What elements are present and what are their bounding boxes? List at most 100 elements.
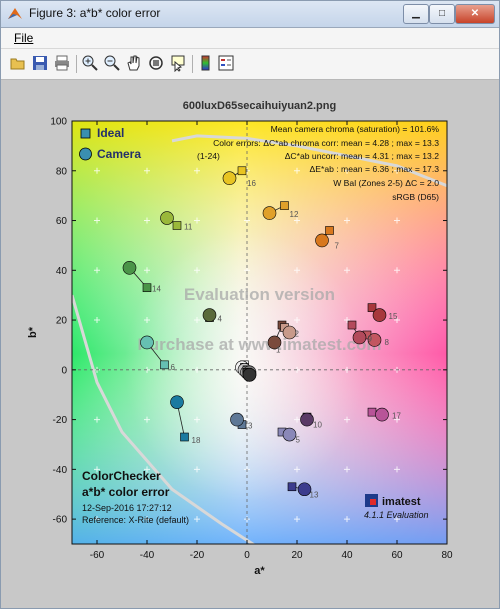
y-tick-label: -40	[53, 465, 68, 476]
legend-ideal-marker	[80, 128, 91, 139]
patch-label-12: 12	[290, 210, 299, 219]
y-tick-label: 40	[56, 266, 68, 277]
patch-label-15: 15	[389, 312, 398, 321]
patch-label-9: 9	[368, 334, 373, 343]
ideal-marker-18	[180, 432, 189, 442]
ideal-marker-13	[287, 482, 297, 492]
save-icon[interactable]	[31, 54, 49, 72]
ideal-marker-17	[367, 407, 377, 417]
x-tick-label: -40	[140, 550, 155, 561]
patch-label-10: 10	[313, 421, 322, 430]
ideal-marker-12	[280, 201, 289, 210]
patch-label-6: 6	[171, 363, 176, 372]
annotation-range: (1-24)	[197, 151, 220, 161]
watermark-evaluation: Evaluation version	[184, 285, 335, 304]
patch-label-18: 18	[192, 436, 201, 445]
rotate-icon[interactable]	[147, 54, 165, 72]
print-icon[interactable]	[53, 54, 71, 72]
ideal-marker-9	[347, 320, 357, 330]
camera-marker-18	[170, 395, 184, 409]
camera-marker-14	[122, 261, 137, 275]
camera-marker-15	[372, 308, 387, 322]
toolbar-separator	[76, 55, 77, 73]
y-tick-label: 80	[56, 166, 68, 177]
camera-marker-11	[160, 211, 174, 225]
y-tick-label: 0	[61, 365, 67, 376]
ideal-marker-6	[160, 360, 169, 370]
patch-label-3: 3	[248, 422, 253, 431]
patch-label-7: 7	[335, 241, 340, 250]
matlab-app-icon	[8, 8, 22, 19]
chart-canvas: 600luxD65secaihuiyuan2.png Evaluation ve…	[27, 100, 453, 577]
x-axis-label: a*	[254, 565, 265, 577]
x-tick-label: 80	[441, 550, 453, 561]
y-tick-label: 60	[56, 216, 68, 227]
imatest-logo-text: imatest	[382, 496, 421, 508]
camera-marker-12	[262, 206, 277, 220]
annotation-delta-e: ΔE*ab : mean = 6.36 ; max = 17.3	[310, 164, 440, 174]
y-tick-label: -20	[53, 415, 68, 426]
colorbar-icon[interactable]	[197, 54, 215, 72]
patch-label-17: 17	[392, 412, 401, 421]
patch-label-2: 2	[295, 330, 300, 339]
annotation-white-balance: W Bal (Zones 2-5) ΔC = 2.0	[333, 178, 439, 188]
camera-marker-5	[282, 427, 297, 442]
version-label: 4.1.1 Evaluation	[364, 510, 429, 520]
camera-marker-24	[242, 367, 257, 382]
toolbar	[1, 49, 499, 80]
chart-title: 600luxD65secaihuiyuan2.png	[183, 100, 336, 112]
ideal-marker-7	[325, 226, 334, 235]
camera-marker-7	[315, 233, 329, 248]
patch-label-5: 5	[296, 436, 301, 445]
patch-label-14: 14	[152, 285, 161, 294]
legend-ideal-label: Ideal	[97, 126, 124, 140]
timestamp: 12-Sep-2016 17:27:12	[82, 503, 172, 513]
camera-marker-6	[140, 335, 154, 350]
legend-camera-marker	[79, 147, 92, 161]
x-tick-label: 20	[291, 550, 303, 561]
maximize-button[interactable]: □	[429, 4, 455, 24]
camera-marker-4	[202, 308, 217, 322]
annotation-color-space: sRGB (D65)	[392, 192, 439, 202]
camera-marker-3	[230, 412, 244, 427]
patch-label-11: 11	[184, 223, 193, 232]
zoom-out-icon[interactable]	[103, 54, 121, 72]
close-button[interactable]: ✕	[455, 4, 495, 24]
colorchecker-label: ColorChecker	[82, 469, 161, 483]
annotation-chroma-uncorr: ΔC*ab uncorr: mean = 4.31 ; max = 13.2	[285, 151, 440, 161]
open-icon[interactable]	[9, 54, 27, 72]
zoom-in-icon[interactable]	[81, 54, 99, 72]
ideal-marker-11	[172, 221, 182, 230]
reference-label: Reference: X-Rite (default)	[82, 515, 189, 525]
y-axis-label: b*	[27, 326, 39, 338]
y-tick-label: 20	[56, 316, 68, 327]
x-tick-label: 40	[341, 550, 353, 561]
legend-icon[interactable]	[217, 54, 235, 72]
chart-subtitle: a*b* color error	[82, 485, 170, 499]
camera-marker-17	[375, 407, 389, 422]
camera-marker-9	[352, 330, 367, 345]
window-title: Figure 3: a*b* color error	[29, 6, 161, 20]
patch-label-8: 8	[385, 338, 390, 347]
y-tick-label: -60	[53, 515, 68, 526]
menu-file[interactable]: File	[14, 31, 33, 45]
data-cursor-icon[interactable]	[169, 54, 187, 72]
title-bar: Figure 3: a*b* color error ▁ □ ✕	[1, 1, 499, 28]
pan-icon[interactable]	[125, 54, 143, 72]
x-tick-label: 0	[244, 550, 250, 561]
ideal-marker-16	[237, 166, 247, 176]
imatest-logo-icon-inner	[370, 499, 376, 505]
legend-camera-label: Camera	[97, 147, 141, 161]
camera-marker-16	[222, 171, 237, 186]
annotation-mean-chroma: Mean camera chroma (saturation) = 101.6%	[271, 124, 440, 134]
x-tick-label: -60	[90, 550, 105, 561]
ideal-marker-14	[142, 283, 152, 293]
menu-bar: File	[1, 28, 499, 49]
y-tick-label: 100	[50, 117, 67, 128]
patch-label-13: 13	[310, 490, 319, 499]
camera-marker-10	[300, 412, 314, 427]
minimize-button[interactable]: ▁	[403, 4, 429, 24]
patch-label-1: 1	[276, 345, 281, 354]
imatest-brand: imatest 4.1.1 Evaluation	[364, 494, 429, 520]
patch-label-16: 16	[247, 179, 256, 188]
